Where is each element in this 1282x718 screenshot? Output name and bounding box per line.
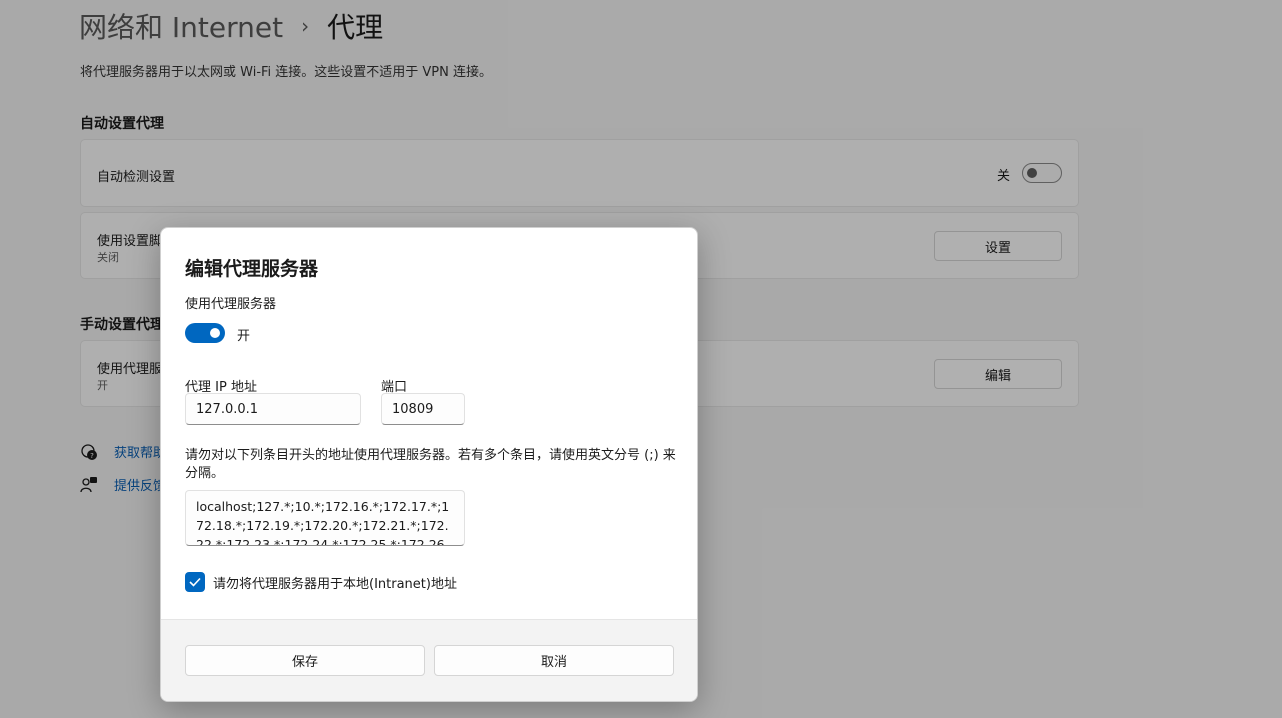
use-proxy-state: 开 xyxy=(237,329,251,344)
ip-address-input[interactable]: 127.0.0.1 xyxy=(185,393,361,425)
use-proxy-toggle[interactable] xyxy=(185,323,225,343)
local-address-label[interactable]: 请勿将代理服务器用于本地(Intranet)地址 xyxy=(213,573,457,592)
dialog-footer: 保存 取消 xyxy=(161,619,697,701)
checkmark-icon xyxy=(189,577,201,587)
exceptions-textarea[interactable]: localhost;127.*;10.*;172.16.*;172.17.*;1… xyxy=(185,490,465,546)
exceptions-label: 请勿对以下列条目开头的地址使用代理服务器。若有多个条目，请使用英文分号 (;) … xyxy=(185,448,676,481)
edit-proxy-dialog: 编辑代理服务器 使用代理服务器 开 代理 IP 地址 127.0.0.1 端口 … xyxy=(160,227,698,702)
cancel-button[interactable]: 取消 xyxy=(434,645,674,676)
use-proxy-label: 使用代理服务器 xyxy=(185,297,277,312)
save-button[interactable]: 保存 xyxy=(185,645,425,676)
dialog-title: 编辑代理服务器 xyxy=(185,258,319,280)
toggle-knob xyxy=(210,328,220,338)
port-input[interactable]: 10809 xyxy=(381,393,465,425)
local-address-checkbox[interactable] xyxy=(185,572,205,592)
